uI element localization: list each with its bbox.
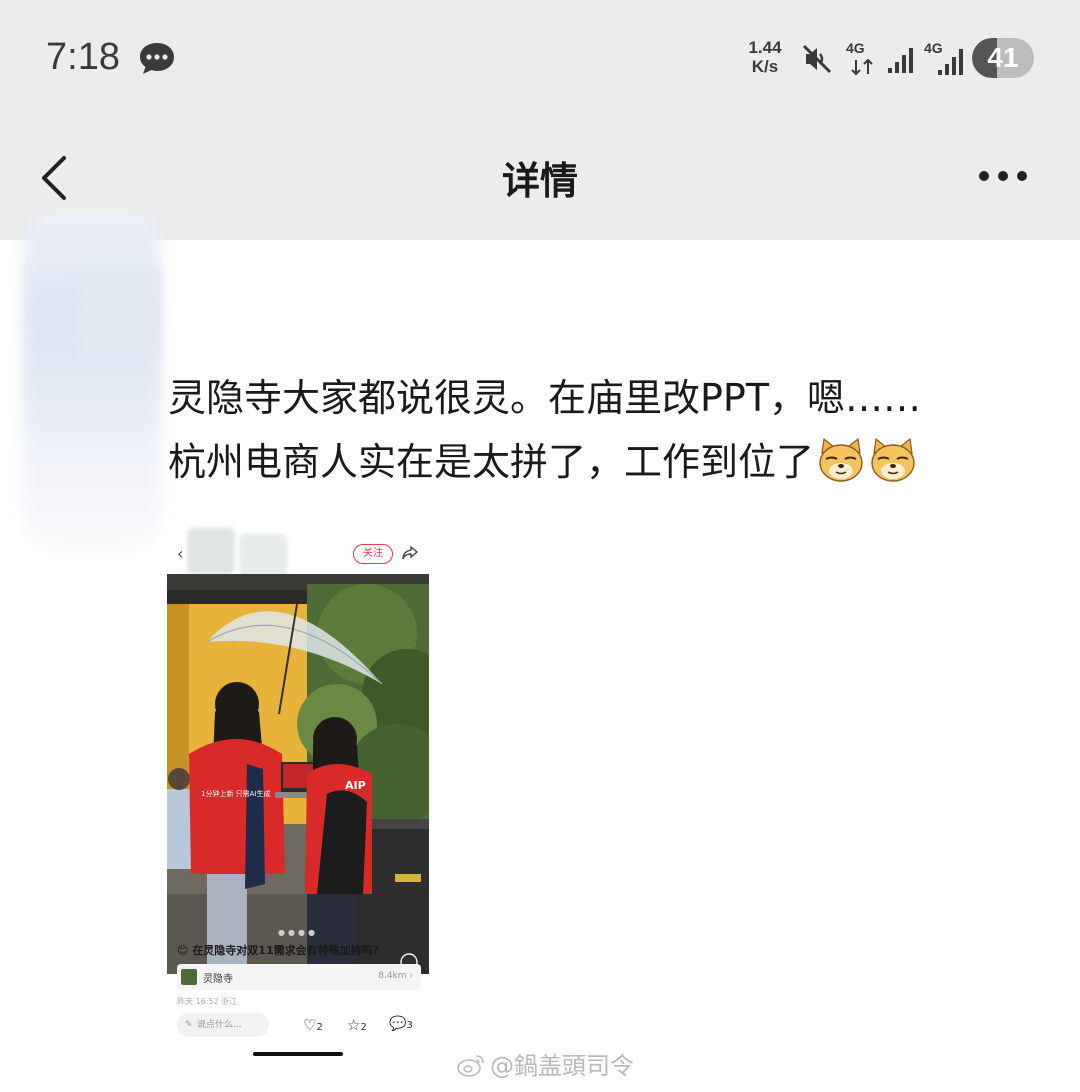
page-title: 详情 <box>501 159 578 203</box>
comment-count: 3 <box>406 1020 413 1031</box>
post-body: 灵隐寺大家都说很灵。在庙里改PPT，嗯…… 杭州电商人实在是太拼了，工作到位了 <box>168 366 1048 494</box>
comment-bubble-icon: 💬 <box>389 1016 407 1032</box>
embedded-home-indicator <box>253 1052 343 1056</box>
embedded-comment-placeholder: 说点什么... <box>197 1020 242 1030</box>
doge-emoji <box>871 437 915 482</box>
share-icon <box>402 545 419 560</box>
post-image[interactable]: ‹ 关注 1分钟上新 只需AI生成 AIP ●●●● 😊 在灵隐寺对双11需求会… <box>167 524 429 1060</box>
avatar[interactable] <box>22 210 162 550</box>
mute-icon <box>802 44 832 74</box>
network-speed: 1.44 K/s <box>740 38 790 76</box>
embedded-back-icon: ‹ <box>177 544 184 563</box>
location-bar: 灵隐寺 8.4km › <box>177 964 421 990</box>
embedded-post-title-text: 在灵隐寺对双11需求会有特殊加持吗? <box>192 944 379 957</box>
avatar-blur <box>80 270 160 360</box>
post-text-line-1: 灵隐寺大家都说很灵。在庙里改PPT，嗯…… <box>168 376 922 420</box>
embedded-post-time: 昨天 16:52 浙江 <box>177 997 238 1006</box>
status-bar: 7:18 1.44 K/s 4G 4G 41 <box>0 0 1080 118</box>
pencil-icon: ✎ <box>185 1020 193 1030</box>
embedded-comment-input: ✎ 说点什么... <box>177 1013 269 1037</box>
star-icon: ☆ <box>347 1016 361 1034</box>
location-name: 灵隐寺 <box>203 974 233 985</box>
battery-indicator: 41 <box>972 38 1034 78</box>
more-dots-icon[interactable] <box>968 158 1038 194</box>
signal-1-label: 4G <box>846 40 865 56</box>
status-time: 7:18 <box>46 36 120 78</box>
watermark-text: @鍋盖頭司令 <box>490 1052 634 1080</box>
watermark: @鍋盖頭司令 <box>456 1046 634 1081</box>
network-speed-unit: K/s <box>751 57 779 76</box>
temple-photo: 1分钟上新 只需AI生成 AIP <box>167 574 429 974</box>
embedded-name-blur <box>239 534 287 576</box>
weibo-logo-icon <box>457 1055 484 1077</box>
favorite-stat: ☆2 <box>347 1016 367 1034</box>
message-bubble-icon <box>140 43 174 74</box>
like-stat: ♡2 <box>303 1016 323 1034</box>
post-text-line-2-content: 杭州电商人实在是太拼了，工作到位了 <box>168 440 815 484</box>
signal-1: 4G <box>846 40 880 76</box>
location-distance: 8.4km › <box>378 971 413 981</box>
nav-bar: 详情 <box>0 118 1080 240</box>
data-arrows-icon <box>851 58 873 76</box>
embedded-avatar-blur <box>187 528 235 574</box>
like-count: 2 <box>316 1022 323 1033</box>
heart-icon: ♡ <box>303 1016 317 1034</box>
shirt-text-left: 1分钟上新 只需AI生成 <box>201 789 271 798</box>
doge-emoji <box>819 437 863 482</box>
signal-2: 4G <box>924 40 968 76</box>
embedded-follow-button: 关注 <box>353 544 393 564</box>
post-text-line-2: 杭州电商人实在是太拼了，工作到位了 <box>168 430 1048 494</box>
network-speed-value: 1.44 <box>748 38 782 57</box>
location-thumbnail <box>181 969 197 985</box>
signal-bars-icon <box>938 49 963 75</box>
signal-bars-icon <box>888 48 913 73</box>
shirt-text-right: AIP <box>345 779 366 792</box>
carousel-dots: ●●●● <box>278 928 318 937</box>
embedded-header: ‹ 关注 <box>167 524 429 576</box>
embedded-post-title: 😊 在灵隐寺对双11需求会有特殊加持吗? <box>177 944 379 957</box>
battery-level: 41 <box>987 42 1019 73</box>
favorite-count: 2 <box>360 1022 367 1033</box>
comment-stat: 💬3 <box>389 1016 413 1032</box>
